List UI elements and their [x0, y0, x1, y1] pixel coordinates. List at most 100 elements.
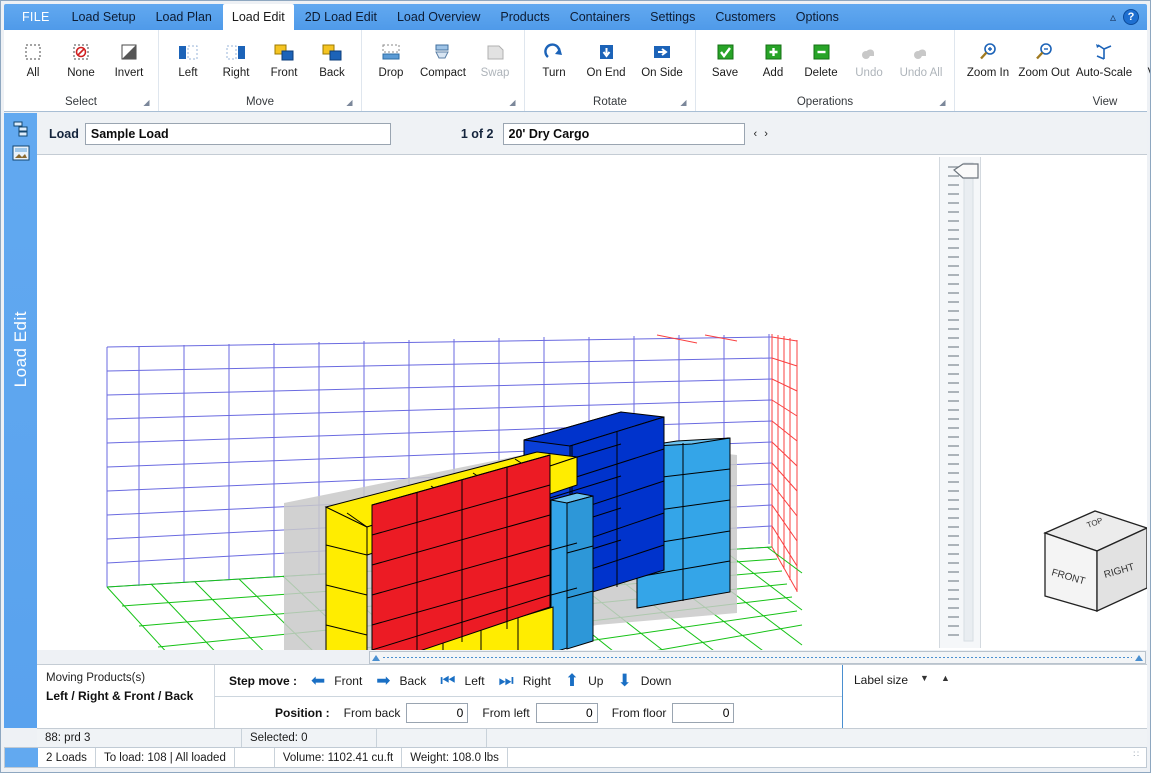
move-left-button[interactable]: Left: [164, 33, 212, 79]
menu-item-load-edit[interactable]: Load Edit: [222, 4, 294, 30]
drop-icon: [380, 37, 402, 67]
scale-slider-graphic[interactable]: [940, 157, 982, 647]
add-button[interactable]: Add: [749, 33, 797, 79]
rotate-on-side-button[interactable]: On Side: [634, 33, 690, 79]
compact-button[interactable]: Compact: [415, 33, 471, 79]
help-icon[interactable]: ?: [1123, 9, 1139, 25]
undo-label: Undo: [855, 67, 883, 79]
delete-button[interactable]: Delete: [797, 33, 845, 79]
pan-track[interactable]: [383, 657, 1132, 658]
move-back-button[interactable]: Back: [308, 33, 356, 79]
step-move-down-button[interactable]: ⬇ Down: [617, 672, 671, 689]
from-floor-label: From floor: [611, 705, 667, 720]
undo-button: Undo: [845, 33, 893, 79]
horizontal-pan-slider[interactable]: [369, 651, 1146, 664]
from-floor-input[interactable]: [672, 702, 735, 723]
prev-container-button[interactable]: ‹: [754, 128, 760, 140]
report-image-icon[interactable]: [12, 145, 30, 161]
select-none-label: None: [67, 67, 95, 79]
status-loads: 2 Loads: [38, 748, 96, 767]
sidebar-title: Load Edit: [10, 311, 30, 388]
zoom-in-button[interactable]: Zoom In: [960, 33, 1016, 79]
view-button[interactable]: View: [1136, 33, 1150, 79]
step-move-left-button[interactable]: ⏮ Left: [440, 672, 484, 689]
step-move-right-button[interactable]: ⏭ Right: [499, 672, 551, 689]
ribbon-group-arrange: Drop Compact Swap ◢: [362, 30, 525, 111]
rotate-turn-button[interactable]: Turn: [530, 33, 578, 79]
step-left-label: Left: [464, 673, 485, 688]
move-right-button[interactable]: Right: [212, 33, 260, 79]
move-left-label: Left: [178, 67, 198, 79]
menu-item-options[interactable]: Options: [787, 5, 848, 29]
select-none-button[interactable]: None: [57, 33, 105, 79]
load-label: Load: [49, 126, 79, 141]
dialog-launcher-icon[interactable]: ◢: [508, 98, 517, 107]
add-plus-icon: [762, 37, 784, 67]
menu-item-2d-load-edit[interactable]: 2D Load Edit: [296, 5, 386, 29]
select-invert-button[interactable]: Invert: [105, 33, 153, 79]
orientation-cube[interactable]: TOP FRONT RIGHT: [1043, 510, 1147, 613]
pan-left-handle[interactable]: [372, 654, 380, 661]
compact-icon: [432, 37, 454, 67]
rotate-on-end-button[interactable]: On End: [578, 33, 634, 79]
zoom-out-button[interactable]: Zoom Out: [1016, 33, 1072, 79]
label-size-increase-button[interactable]: ▲: [941, 673, 950, 683]
dialog-launcher-icon[interactable]: ◢: [679, 98, 688, 107]
menu-item-customers[interactable]: Customers: [706, 5, 784, 29]
ribbon-group-view-title: View ◢: [960, 96, 1150, 111]
next-container-button[interactable]: ›: [764, 128, 770, 140]
step-move-caption: Step move :: [229, 673, 298, 688]
load-header-bar: Load 1 of 2 ‹ ›: [37, 113, 1147, 155]
auto-scale-icon: [1093, 37, 1115, 67]
load-name-input[interactable]: [84, 122, 391, 145]
view-label: View: [1148, 67, 1150, 79]
zoom-scale-slider[interactable]: [939, 157, 981, 648]
from-left-label: From left: [482, 705, 530, 720]
view-split-button[interactable]: View ▼: [1136, 33, 1150, 79]
drop-button[interactable]: Drop: [367, 33, 415, 79]
dialog-launcher-icon[interactable]: ◢: [142, 98, 151, 107]
move-panel-title: Moving Products(s): [46, 672, 146, 684]
container-nav-arrows[interactable]: ‹ ›: [754, 128, 770, 140]
step-move-row: Step move : ⬅ Front ➡ Back ⏮ Left ⏭ Righ…: [215, 665, 842, 696]
menu-item-products[interactable]: Products: [491, 5, 558, 29]
select-all-icon: [23, 37, 43, 67]
move-front-button[interactable]: Front: [260, 33, 308, 79]
menu-item-file[interactable]: FILE: [10, 6, 62, 28]
menu-item-load-plan[interactable]: Load Plan: [147, 5, 221, 29]
step-move-back-button[interactable]: ➡ Back: [376, 672, 426, 689]
menu-item-settings[interactable]: Settings: [641, 5, 704, 29]
list-tree-icon[interactable]: [12, 121, 30, 137]
zoom-out-icon: [1033, 37, 1055, 67]
select-all-button[interactable]: All: [9, 33, 57, 79]
move-panel-controls: Step move : ⬅ Front ➡ Back ⏮ Left ⏭ Righ…: [215, 665, 842, 728]
select-invert-icon: [119, 37, 139, 67]
menu-item-containers[interactable]: Containers: [561, 5, 639, 29]
load-3d-viewport[interactable]: 88: prd 3 TOP FRONT RIGHT: [37, 155, 1147, 650]
menu-item-load-setup[interactable]: Load Setup: [63, 5, 145, 29]
rotate-on-end-icon: [595, 37, 617, 67]
step-move-up-button[interactable]: ⬆ Up: [565, 672, 604, 689]
save-button[interactable]: Save: [701, 33, 749, 79]
from-left-input[interactable]: [535, 702, 598, 723]
step-move-front-button[interactable]: ⬅ Front: [311, 672, 362, 689]
zoom-in-icon: [977, 37, 999, 67]
auto-scale-button[interactable]: Auto-Scale: [1072, 33, 1136, 79]
drop-label: Drop: [378, 67, 404, 79]
dialog-launcher-icon[interactable]: ◢: [938, 98, 947, 107]
dialog-launcher-icon[interactable]: ◢: [345, 98, 354, 107]
from-back-input[interactable]: [406, 702, 469, 723]
chevron-up-icon[interactable]: ▵: [1103, 10, 1123, 24]
label-size-decrease-button[interactable]: ▼: [920, 673, 929, 683]
pan-right-handle[interactable]: [1135, 654, 1143, 661]
auto-scale-label: Auto-Scale: [1075, 67, 1133, 79]
page-indicator: 1 of 2: [460, 126, 494, 141]
container-input[interactable]: [502, 122, 745, 145]
arrow-left-icon: ⬅: [311, 671, 326, 691]
rotate-on-end-label: On End: [586, 67, 626, 79]
step-back-label: Back: [399, 673, 427, 688]
move-panel-info: Moving Products(s) Left / Right & Front …: [37, 665, 215, 728]
select-all-label: All: [26, 67, 40, 79]
resize-grip-icon[interactable]: ∷: [1133, 749, 1140, 760]
menu-item-load-overview[interactable]: Load Overview: [388, 5, 489, 29]
